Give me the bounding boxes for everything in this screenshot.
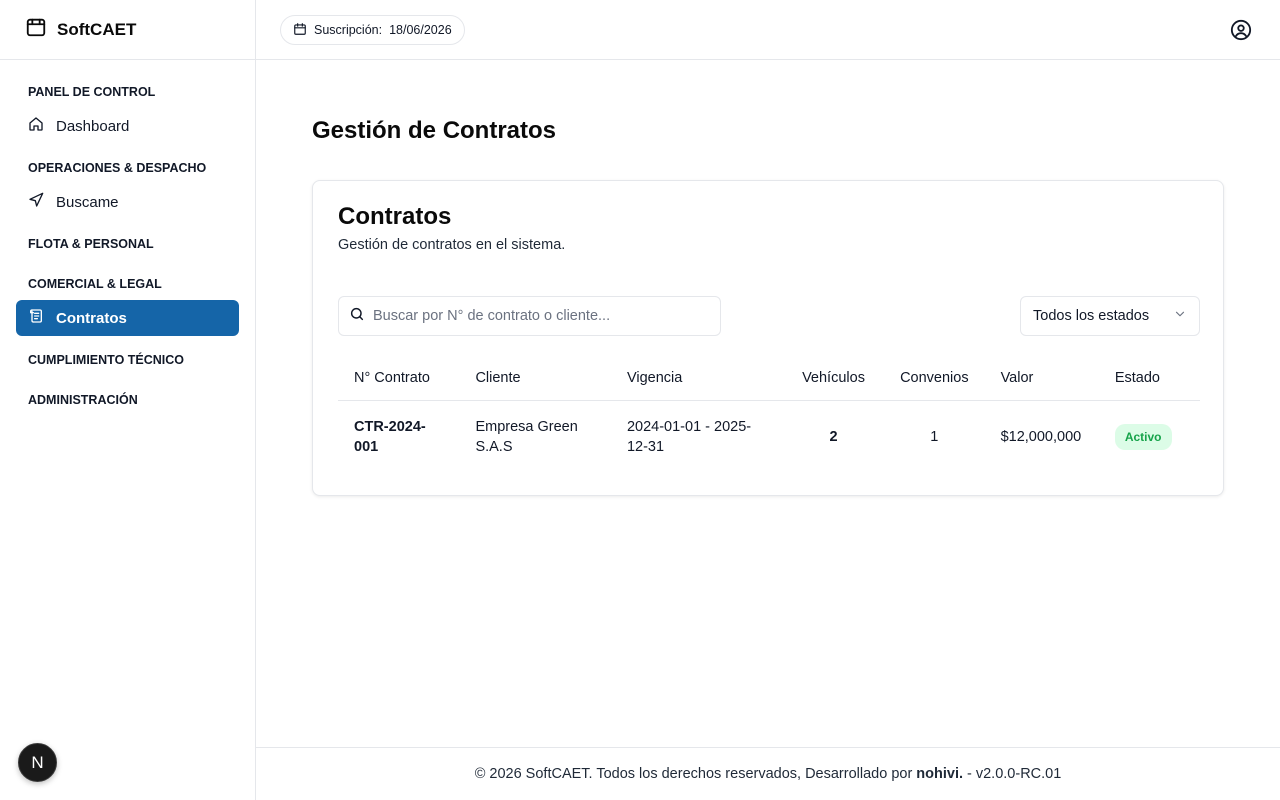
next-badge[interactable]: N xyxy=(18,743,57,782)
search-box xyxy=(338,296,721,336)
cell-valor: $12,000,000 xyxy=(1000,428,1082,445)
user-menu-button[interactable] xyxy=(1230,19,1252,41)
status-badge: Activo xyxy=(1114,423,1172,450)
footer-version: - v2.0.0-RC.01 xyxy=(967,766,1062,782)
cell-convenios: 1 xyxy=(930,428,939,445)
validity-range: 2024-01-01 - 2025-12-31 xyxy=(626,418,752,455)
group-title-flota[interactable]: FLOTA & PERSONAL xyxy=(0,236,154,252)
footer: © 2026 SoftCAET. Todos los derechos rese… xyxy=(256,747,1280,800)
column-header[interactable]: Valor xyxy=(984,356,1099,401)
search-input[interactable] xyxy=(373,308,693,324)
group-title-panel: PANEL DE CONTROL xyxy=(28,85,156,99)
cell-contrato: CTR-2024-001 xyxy=(338,400,459,473)
sidebar-item-buscame[interactable]: Buscame xyxy=(16,184,239,220)
column-header[interactable]: Cliente xyxy=(459,356,611,401)
page-title: Gestión de Contratos xyxy=(312,117,557,144)
table-row[interactable]: CTR-2024-001 Empresa Green S.A.S 2024-01… xyxy=(338,400,1200,473)
sidebar-item-label: Buscame xyxy=(56,193,119,211)
contracts-table: N° Contrato Cliente Vigencia Vehículos C… xyxy=(338,356,1200,473)
group-title-operaciones: OPERACIONES & DESPACHO xyxy=(28,161,207,175)
card-title: Contratos xyxy=(338,203,452,230)
status-filter-value: Todos los estados xyxy=(1033,308,1150,324)
column-header[interactable]: N° Contrato xyxy=(338,356,460,401)
sidebar-item-label: Dashboard xyxy=(56,117,130,135)
cell-cliente: Empresa Green S.A.S xyxy=(459,400,611,473)
sidebar-item-dashboard[interactable]: Dashboard xyxy=(16,108,239,144)
card-subtitle: Gestión de contratos en el sistema. xyxy=(338,237,566,253)
footer-developer-link[interactable]: nohivi. xyxy=(916,766,963,782)
topbar: Suscripción: 18/06/2026 xyxy=(256,0,1280,60)
cell-vigencia: 2024-01-01 - 2025-12-31 xyxy=(611,400,783,473)
column-header[interactable]: Vigencia xyxy=(610,356,783,401)
brand[interactable]: SoftCAET xyxy=(0,0,255,60)
store-icon xyxy=(25,16,47,43)
group-title-cumplimiento[interactable]: CUMPLIMIENTO TÉCNICO xyxy=(0,352,184,368)
cell-vehiculos: 2 xyxy=(829,428,838,445)
table-header-row: N° Contrato Cliente Vigencia Vehículos C… xyxy=(338,356,1200,401)
sidebar-item-contratos[interactable]: Contratos xyxy=(16,300,239,336)
contract-number: CTR-2024-001 xyxy=(354,418,426,455)
cell-estado: Activo xyxy=(1099,400,1200,473)
subscription-label: Suscripción: xyxy=(314,23,383,37)
navigation-icon xyxy=(28,192,44,212)
sidebar-item-label: Contratos xyxy=(56,309,127,327)
column-header[interactable]: Convenios xyxy=(884,356,985,401)
subscription-date: 18/06/2026 xyxy=(389,23,452,37)
app-name: SoftCAET xyxy=(57,19,137,39)
contracts-card: Contratos Gestión de contratos en el sis… xyxy=(312,180,1224,496)
group-title-administracion[interactable]: ADMINISTRACIÓN xyxy=(0,392,138,408)
subscription-pill: Suscripción: 18/06/2026 xyxy=(280,15,465,45)
scroll-icon xyxy=(28,308,44,328)
group-title-comercial: COMERCIAL & LEGAL xyxy=(28,277,162,291)
home-icon xyxy=(28,116,44,136)
sidebar: SoftCAET PANEL DE CONTROL Dashboard OPER… xyxy=(0,0,256,800)
footer-copyright: © 2026 SoftCAET. Todos los derechos rese… xyxy=(474,766,913,782)
chevron-down-icon xyxy=(1173,307,1187,325)
client-name: Empresa Green S.A.S xyxy=(475,418,578,455)
calendar-icon xyxy=(293,22,307,39)
column-header[interactable]: Vehículos xyxy=(782,356,885,401)
status-filter-select[interactable]: Todos los estados xyxy=(1020,296,1200,336)
user-circle-icon xyxy=(1230,19,1252,45)
search-icon xyxy=(349,306,365,327)
column-header[interactable]: Estado xyxy=(1098,356,1200,401)
